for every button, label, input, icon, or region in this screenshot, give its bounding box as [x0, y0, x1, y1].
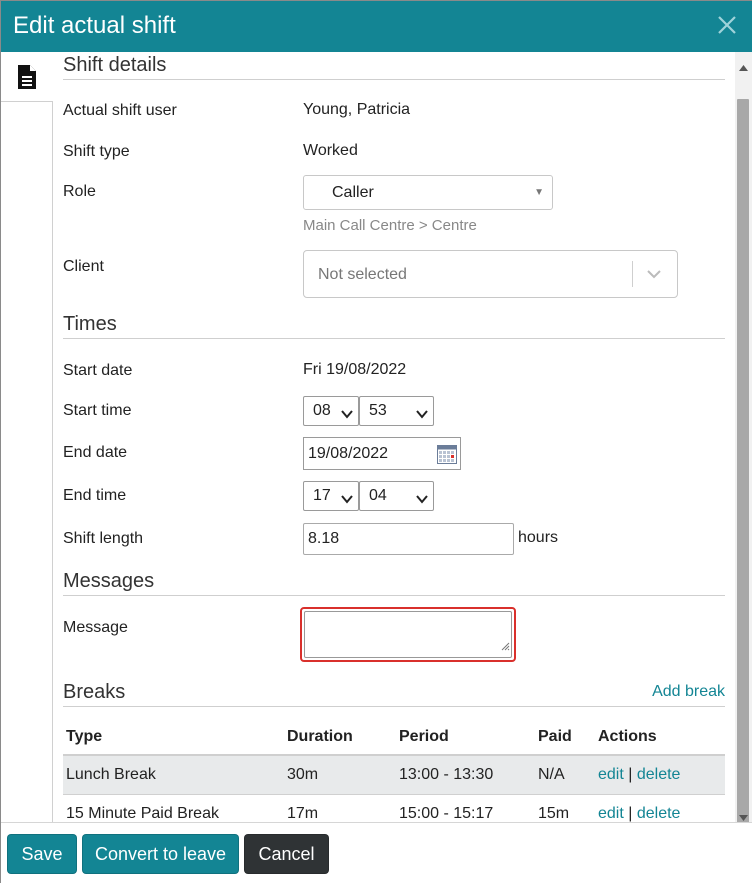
end-hour-select[interactable]: 17	[303, 481, 359, 511]
break-actions: edit | delete	[595, 794, 725, 822]
start-minute-value: 53	[369, 402, 387, 419]
chevron-down-icon	[416, 406, 428, 424]
edit-break-link[interactable]: edit	[598, 766, 624, 783]
messages-heading: Messages	[63, 570, 155, 592]
cancel-button[interactable]: Cancel	[244, 834, 329, 874]
edit-break-link[interactable]: edit	[598, 805, 624, 822]
select-separator	[632, 261, 633, 287]
calendar-icon[interactable]	[437, 445, 457, 469]
end-hour-value: 17	[313, 487, 331, 504]
times-heading: Times	[63, 313, 117, 335]
break-type: 15 Minute Paid Break	[63, 794, 284, 822]
add-break-link[interactable]: Add break	[652, 683, 725, 701]
chevron-down-icon	[416, 491, 428, 509]
vertical-scrollbar[interactable]	[735, 52, 752, 836]
table-header-row: Type Duration Period Paid Actions	[63, 719, 725, 756]
side-tabs	[1, 52, 53, 822]
end-date-value: 19/08/2022	[308, 445, 389, 462]
end-date-label: End date	[63, 444, 128, 461]
dialog-titlebar: Edit actual shift	[1, 1, 752, 52]
document-icon	[16, 64, 38, 95]
shift-length-label: Shift length	[63, 530, 144, 547]
delete-break-link[interactable]: delete	[637, 805, 681, 822]
message-textarea[interactable]	[300, 607, 516, 662]
actual-shift-user-value: Young, Patricia	[303, 101, 411, 118]
scrollbar-thumb[interactable]	[737, 99, 749, 836]
dialog-title: Edit actual shift	[13, 12, 176, 39]
role-selected-value: Caller	[332, 184, 374, 201]
save-button[interactable]: Save	[7, 834, 77, 874]
breaks-table: Type Duration Period Paid Actions Lunch …	[63, 719, 725, 822]
column-header-type: Type	[63, 719, 284, 756]
start-hour-value: 08	[313, 402, 331, 419]
divider	[63, 595, 725, 596]
start-hour-select[interactable]: 08	[303, 396, 359, 426]
convert-to-leave-button[interactable]: Convert to leave	[82, 834, 239, 874]
break-period: 13:00 - 13:30	[396, 755, 535, 795]
shift-length-unit: hours	[518, 529, 559, 546]
table-row: 15 Minute Paid Break 17m 15:00 - 15:17 1…	[63, 794, 725, 822]
client-select[interactable]: Not selected	[303, 250, 678, 298]
end-date-input[interactable]: 19/08/2022	[303, 437, 461, 470]
table-row: Lunch Break 30m 13:00 - 13:30 N/A edit |…	[63, 755, 725, 795]
message-label: Message	[63, 619, 128, 636]
role-path: Main Call Centre > Centre	[303, 217, 477, 234]
client-label: Client	[63, 258, 104, 275]
client-placeholder: Not selected	[318, 266, 407, 283]
chevron-down-icon	[341, 406, 353, 424]
divider	[63, 79, 725, 80]
scroll-up-arrow-icon[interactable]	[739, 58, 748, 76]
shift-type-value: Worked	[303, 142, 358, 159]
start-minute-select[interactable]: 53	[359, 396, 434, 426]
shift-length-value: 8.18	[308, 530, 340, 547]
action-separator: |	[628, 765, 633, 783]
shift-type-label: Shift type	[63, 143, 130, 160]
chevron-down-icon	[341, 491, 353, 509]
end-minute-value: 04	[369, 487, 387, 504]
caret-down-icon: ▼	[534, 187, 544, 198]
end-minute-select[interactable]: 04	[359, 481, 434, 511]
shift-length-input[interactable]: 8.18	[303, 523, 514, 555]
dialog-footer: Save Convert to leave Cancel	[1, 822, 752, 884]
break-duration: 17m	[284, 794, 396, 822]
start-date-value: Fri 19/08/2022	[303, 361, 407, 378]
break-paid: 15m	[535, 794, 595, 822]
break-duration: 30m	[284, 755, 396, 795]
divider	[63, 338, 725, 339]
resize-grip-icon[interactable]	[501, 638, 510, 656]
start-time-label: Start time	[63, 402, 132, 419]
break-paid: N/A	[535, 755, 595, 795]
action-separator: |	[628, 804, 633, 822]
column-header-actions: Actions	[595, 719, 725, 756]
column-header-duration: Duration	[284, 719, 396, 756]
break-actions: edit | delete	[595, 755, 725, 795]
role-select[interactable]: Caller ▼	[303, 175, 553, 210]
role-label: Role	[63, 183, 96, 200]
break-type: Lunch Break	[63, 755, 284, 795]
chevron-down-icon[interactable]	[645, 265, 663, 288]
dialog-content[interactable]: Shift details Actual shift user Young, P…	[53, 52, 735, 822]
close-icon[interactable]	[715, 13, 739, 37]
divider	[63, 706, 725, 707]
column-header-period: Period	[396, 719, 535, 756]
actual-shift-user-label: Actual shift user	[63, 102, 177, 119]
start-date-label: Start date	[63, 362, 133, 379]
tab-shift-details[interactable]	[1, 52, 53, 102]
delete-break-link[interactable]: delete	[637, 766, 681, 783]
shift-details-heading: Shift details	[63, 54, 167, 76]
edit-shift-dialog: Edit actual shift Shift details Actual s…	[0, 0, 752, 884]
column-header-paid: Paid	[535, 719, 595, 756]
break-period: 15:00 - 15:17	[396, 794, 535, 822]
breaks-heading: Breaks	[63, 681, 126, 703]
end-time-label: End time	[63, 487, 127, 504]
